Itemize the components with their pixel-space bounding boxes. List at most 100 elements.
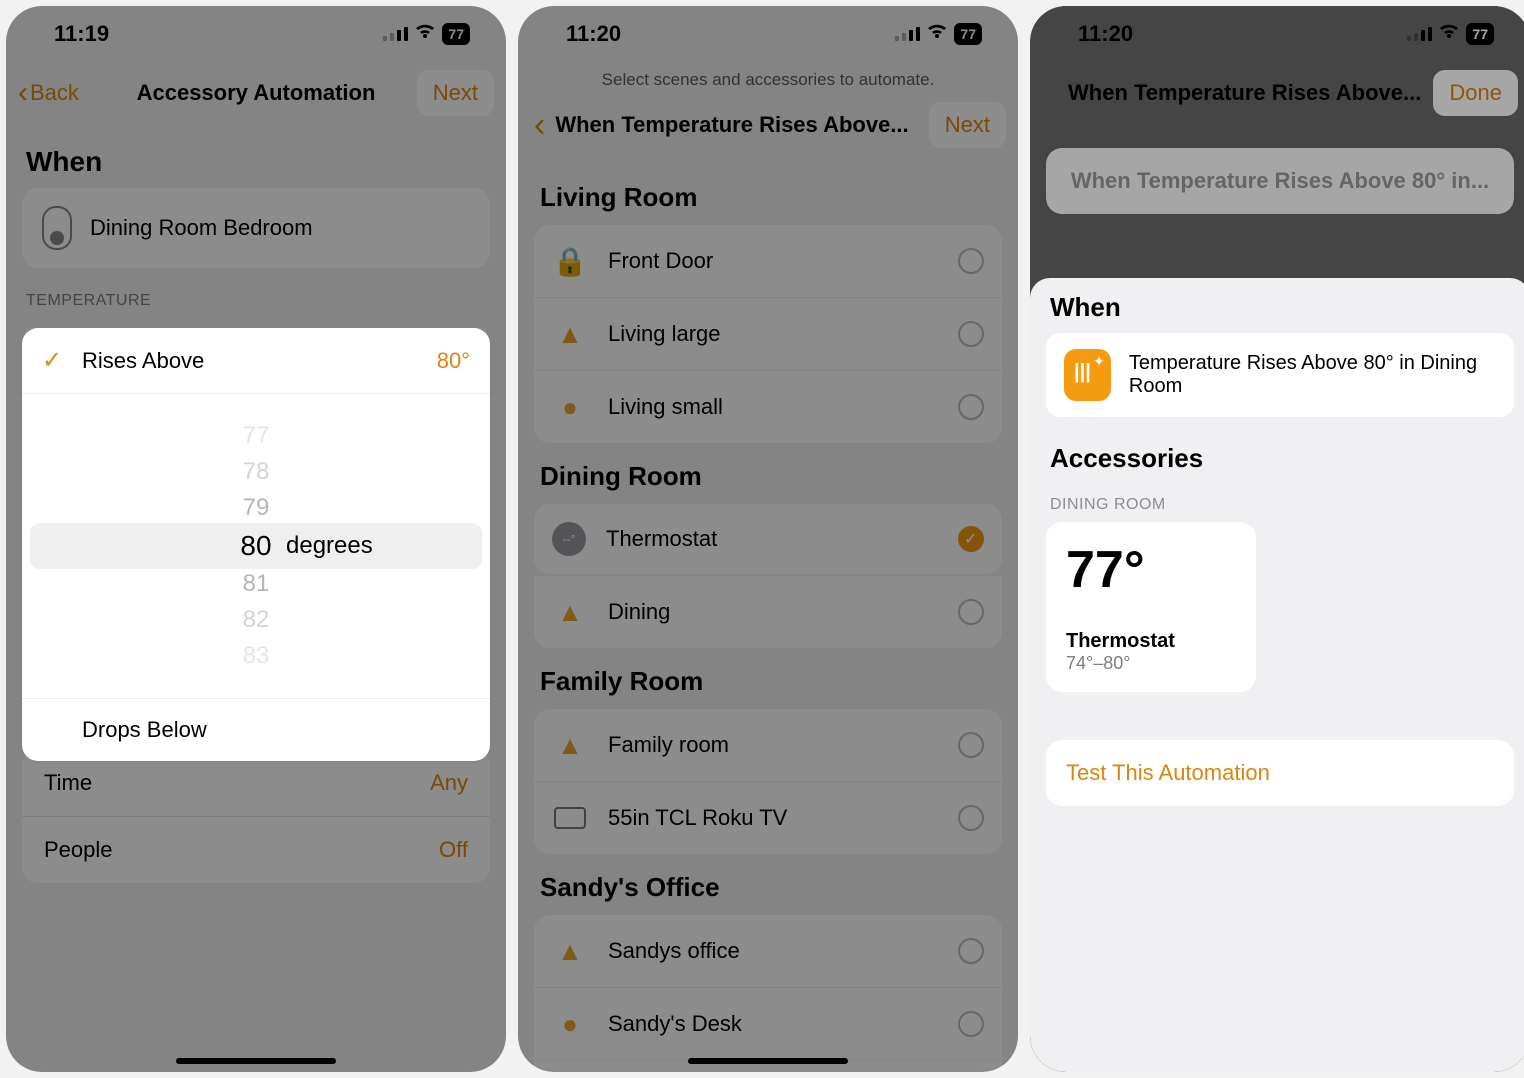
status-time: 11:19 [54,21,109,47]
nav-bar: ‹ When Temperature Rises Above... Next [518,102,1018,164]
room-heading-office: Sandy's Office [540,872,996,903]
temperature-section-label: TEMPERATURE [26,292,486,310]
phone-screen-1: 11:19 77 ‹ Back Accessory Automation Nex… [6,6,506,1072]
accessory-sandys-office[interactable]: ▲ Sandys office [534,915,1002,987]
next-button[interactable]: Next [929,102,1006,148]
sensor-tile[interactable]: Dining Room Bedroom [22,188,490,268]
people-label: People [44,837,113,863]
thermostat-icon: --° [552,522,586,556]
wheel-value: 81 [243,570,270,598]
rises-above-row[interactable]: ✓ Rises Above 80° [22,328,490,394]
thermostat-name: Thermostat [1066,630,1236,653]
cellular-icon [1407,27,1432,41]
thermostat-range: 74°–80° [1066,653,1236,674]
when-heading: When [1050,292,1510,323]
bulb-icon: ● [552,1006,588,1042]
radio-unchecked[interactable] [958,394,984,420]
family-room-list: ▲ Family room 55in TCL Roku TV [534,709,1002,854]
room-label: DINING ROOM [1050,496,1510,514]
wheel-value: 82 [243,606,270,634]
radio-unchecked[interactable] [958,805,984,831]
accessory-tv[interactable]: 55in TCL Roku TV [534,781,1002,854]
back-button[interactable]: ‹ [530,108,549,142]
accessory-family-room[interactable]: ▲ Family room [534,709,1002,781]
status-bar: 11:20 77 [1030,6,1524,62]
living-room-list: 🔒 Front Door ▲ Living large ● Living sma… [534,225,1002,443]
temperature-picker: ✓ Rises Above 80° 77 78 79 80 81 82 83 d… [22,328,490,761]
wheel-value: 79 [243,494,270,522]
drops-below-label: Drops Below [82,717,207,743]
accessory-sandys-desk[interactable]: ● Sandy's Desk [534,987,1002,1060]
lock-icon: 🔒 [552,243,588,279]
accessory-label: Sandys office [608,938,740,964]
nav-bar: When Temperature Rises Above... Done [1030,62,1524,132]
checkmark-icon: ✓ [42,346,66,375]
accessory-label: Thermostat [606,526,717,552]
radio-unchecked[interactable] [958,599,984,625]
status-time: 11:20 [1078,21,1133,47]
sub-header: Select scenes and accessories to automat… [518,62,1018,102]
thermometer-icon [42,206,72,250]
lamp-icon: ▲ [552,933,588,969]
radio-unchecked[interactable] [958,321,984,347]
accessory-thermostat-selected[interactable]: --° Thermostat [534,504,1002,574]
when-heading: When [26,146,486,178]
test-automation-button[interactable]: Test This Automation [1046,740,1514,806]
wheel-unit: degrees [286,532,373,560]
radio-unchecked[interactable] [958,1011,984,1037]
status-bar: 11:20 77 [518,6,1018,62]
radio-checked[interactable] [958,526,984,552]
status-time: 11:20 [566,21,621,47]
people-value: Off [439,837,468,863]
drops-below-row[interactable]: Drops Below [22,698,490,761]
status-right: 77 [383,23,470,45]
accessory-living-large[interactable]: ▲ Living large [534,297,1002,370]
room-heading-family: Family Room [540,666,996,697]
when-condition-card[interactable]: Temperature Rises Above 80° in Dining Ro… [1046,333,1514,417]
summary-banner[interactable]: When Temperature Rises Above 80° in... [1046,148,1514,214]
accessory-label: 55in TCL Roku TV [608,805,787,831]
home-indicator[interactable] [688,1058,848,1064]
cellular-icon [895,27,920,41]
when-condition-text: Temperature Rises Above 80° in Dining Ro… [1129,352,1496,398]
time-value: Any [430,770,468,796]
wifi-icon [414,24,436,45]
wheel-value: 77 [243,422,270,450]
lamp-icon: ▲ [552,594,588,630]
accessory-dining[interactable]: ▲ Dining [534,576,1002,648]
degree-wheel[interactable]: 77 78 79 80 81 82 83 degrees [22,394,490,698]
wifi-icon [926,24,948,45]
accessory-label: Front Door [608,248,713,274]
accessory-label: Sandy's Desk [608,1011,742,1037]
automation-summary-panel: When Temperature Rises Above 80° in Dini… [1030,278,1524,1072]
accessory-front-door[interactable]: 🔒 Front Door [534,225,1002,297]
nav-title: When Temperature Rises Above... [549,112,928,138]
thermostat-tile[interactable]: 77° Thermostat 74°–80° [1046,522,1256,692]
room-heading-living: Living Room [540,182,996,213]
lamp-icon: ▲ [552,727,588,763]
bulb-icon: ● [552,389,588,425]
wheel-selected-value: 80 [240,530,271,562]
lamp-icon: ▲ [552,316,588,352]
battery-icon: 77 [1466,23,1494,45]
sensor-label: Dining Room Bedroom [90,215,313,241]
radio-unchecked[interactable] [958,248,984,274]
time-label: Time [44,770,92,796]
dining-room-list: ▲ Dining [534,576,1002,648]
next-button[interactable]: Next [417,70,494,116]
rises-above-value: 80° [437,348,470,374]
status-bar: 11:19 77 [6,6,506,62]
radio-unchecked[interactable] [958,938,984,964]
current-temperature: 77° [1066,540,1236,600]
people-row[interactable]: People Off [22,816,490,883]
sensor-icon [1064,349,1111,401]
accessory-living-small[interactable]: ● Living small [534,370,1002,443]
radio-unchecked[interactable] [958,732,984,758]
options-list: Time Any People Off [22,750,490,883]
home-indicator[interactable] [176,1058,336,1064]
accessory-label: Dining [608,599,670,625]
done-button[interactable]: Done [1433,70,1518,116]
accessory-label: Living small [608,394,723,420]
accessory-label: Family room [608,732,729,758]
phone-screen-2: 11:20 77 Select scenes and accessories t… [518,6,1018,1072]
